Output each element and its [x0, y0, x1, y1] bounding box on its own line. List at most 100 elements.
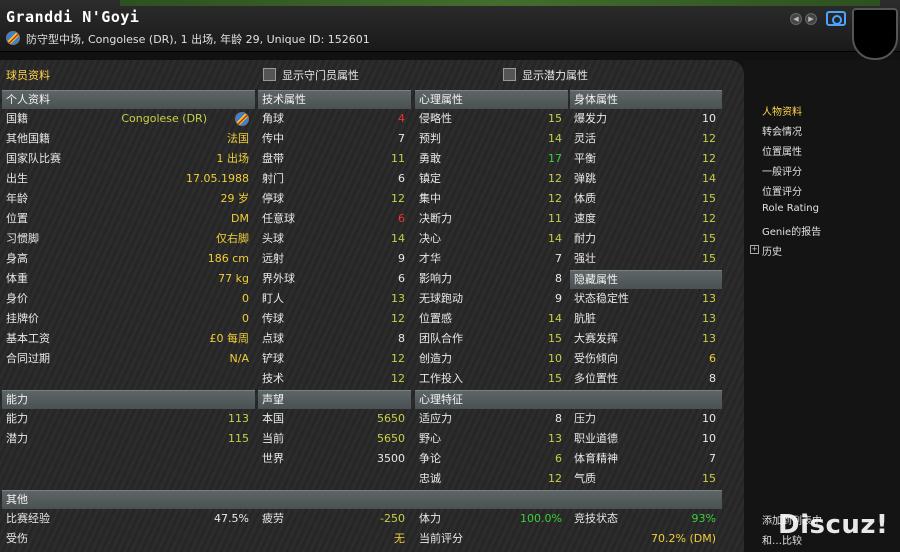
section-hidden: 隐藏属性	[570, 270, 722, 289]
section-technical: 技术属性	[258, 90, 411, 109]
mental-value: 11	[548, 212, 562, 225]
forward-arrow-icon[interactable]: ▶	[805, 13, 817, 25]
technical-value: 14	[391, 232, 405, 245]
section-mental: 心理属性	[415, 90, 568, 109]
mental-value: 14	[548, 132, 562, 145]
mental-value: 15	[548, 112, 562, 125]
traits-value: 15	[702, 472, 716, 485]
other-value: 100.0%	[520, 512, 562, 525]
personal-label: 国家队比赛	[6, 152, 61, 165]
physical-label: 灵活	[574, 132, 596, 145]
technical-value: 7	[398, 132, 405, 145]
hidden-label: 肮脏	[574, 312, 596, 325]
other-label: 比赛经验	[6, 512, 50, 525]
mental-label: 决心	[419, 232, 441, 245]
personal-value: 0	[242, 312, 249, 325]
personal-label: 年龄	[6, 192, 28, 205]
reputation-label: 当前	[262, 432, 284, 445]
reputation-label: 本国	[262, 412, 284, 425]
other-row: 无	[258, 529, 411, 549]
ability-value: 113	[228, 412, 249, 425]
other-value: 47.5%	[214, 512, 249, 525]
technical-value: 11	[391, 152, 405, 165]
other-value: 93%	[691, 512, 716, 525]
personal-label: 挂牌价	[6, 312, 39, 325]
hidden-row: 受伤倾向 6	[570, 349, 722, 369]
technical-row: 盘带 11	[258, 149, 411, 169]
mental-value: 15	[548, 332, 562, 345]
technical-value: 9	[398, 252, 405, 265]
technical-value: 12	[391, 312, 405, 325]
hidden-value: 13	[702, 332, 716, 345]
sidebar-item-role-rating[interactable]: Role Rating	[762, 203, 819, 214]
personal-label: 合同过期	[6, 352, 50, 365]
physical-label: 平衡	[574, 152, 596, 165]
show-potential-checkbox[interactable]	[503, 68, 516, 81]
back-arrow-icon[interactable]: ◀	[790, 13, 802, 25]
sidebar-item-history[interactable]: 历史	[762, 243, 782, 258]
mental-row: 工作投入 15	[415, 369, 568, 389]
physical-value: 15	[702, 192, 716, 205]
ability-row: 潜力 115	[2, 429, 255, 449]
physical-label: 弹跳	[574, 172, 596, 185]
mental-label: 镇定	[419, 172, 441, 185]
personal-label: 出生	[6, 172, 28, 185]
technical-label: 传球	[262, 312, 284, 325]
mental-value: 12	[548, 192, 562, 205]
physical-value: 10	[702, 112, 716, 125]
reputation-value: 5650	[377, 412, 405, 425]
physical-row: 爆发力 10	[570, 109, 722, 129]
traits-row: 体育精神 7	[570, 449, 722, 469]
nation-flag-icon	[6, 31, 20, 45]
panel-title: 球员资料	[6, 69, 50, 82]
technical-label: 射门	[262, 172, 284, 185]
sidebar-item-profile[interactable]: 人物资料	[762, 103, 802, 118]
mental-label: 工作投入	[419, 372, 463, 385]
personal-value: 法国	[227, 132, 249, 145]
physical-value: 12	[702, 212, 716, 225]
sidebar-item-position-attrs[interactable]: 位置属性	[762, 143, 802, 158]
hidden-value: 13	[702, 292, 716, 305]
reputation-value: 3500	[377, 452, 405, 465]
technical-row: 技术 12	[258, 369, 411, 389]
personal-row: 体重 77 kg	[2, 269, 255, 289]
technical-label: 技术	[262, 372, 284, 385]
mental-row: 团队合作 15	[415, 329, 568, 349]
technical-row: 盯人 13	[258, 289, 411, 309]
sidebar-item-general-rating[interactable]: 一般评分	[762, 163, 802, 178]
sidebar-item-genie-report[interactable]: Genie的报告	[762, 223, 821, 238]
other-row: 受伤	[2, 529, 255, 549]
traits-label: 职业道德	[574, 432, 618, 445]
sidebar-item-transfer[interactable]: 转会情况	[762, 123, 802, 138]
personal-value: 17.05.1988	[186, 172, 249, 185]
traits-row: 适应力 8	[415, 409, 568, 429]
technical-label: 任意球	[262, 212, 295, 225]
traits-label: 体育精神	[574, 452, 618, 465]
other-value: 无	[394, 532, 405, 545]
show-gk-attrs-checkbox[interactable]	[263, 68, 276, 81]
technical-label: 停球	[262, 192, 284, 205]
personal-label: 位置	[6, 212, 28, 225]
expand-icon[interactable]: +	[750, 245, 759, 254]
technical-value: 6	[398, 212, 405, 225]
player-name: Granddi N'Goyi	[6, 8, 140, 26]
personal-value: £0 每周	[209, 332, 250, 345]
player-subtitle: 防守型中场, Congolese (DR), 1 出场, 年龄 29, Uniq…	[26, 33, 370, 46]
mental-value: 7	[555, 252, 562, 265]
other-label: 竞技状态	[574, 512, 618, 525]
physical-value: 12	[702, 152, 716, 165]
technical-value: 12	[391, 372, 405, 385]
physical-label: 爆发力	[574, 112, 607, 125]
traits-value: 12	[548, 472, 562, 485]
sidebar-item-position-rating[interactable]: 位置评分	[762, 183, 802, 198]
camera-icon[interactable]	[826, 11, 846, 26]
personal-row: 其他国籍 法国	[2, 129, 255, 149]
hidden-label: 大赛发挥	[574, 332, 618, 345]
mental-row: 创造力 10	[415, 349, 568, 369]
mental-value: 14	[548, 312, 562, 325]
mental-value: 9	[555, 292, 562, 305]
traits-label: 忠诚	[419, 472, 441, 485]
technical-row: 传球 12	[258, 309, 411, 329]
physical-row: 耐力 15	[570, 229, 722, 249]
physical-label: 强壮	[574, 252, 596, 265]
